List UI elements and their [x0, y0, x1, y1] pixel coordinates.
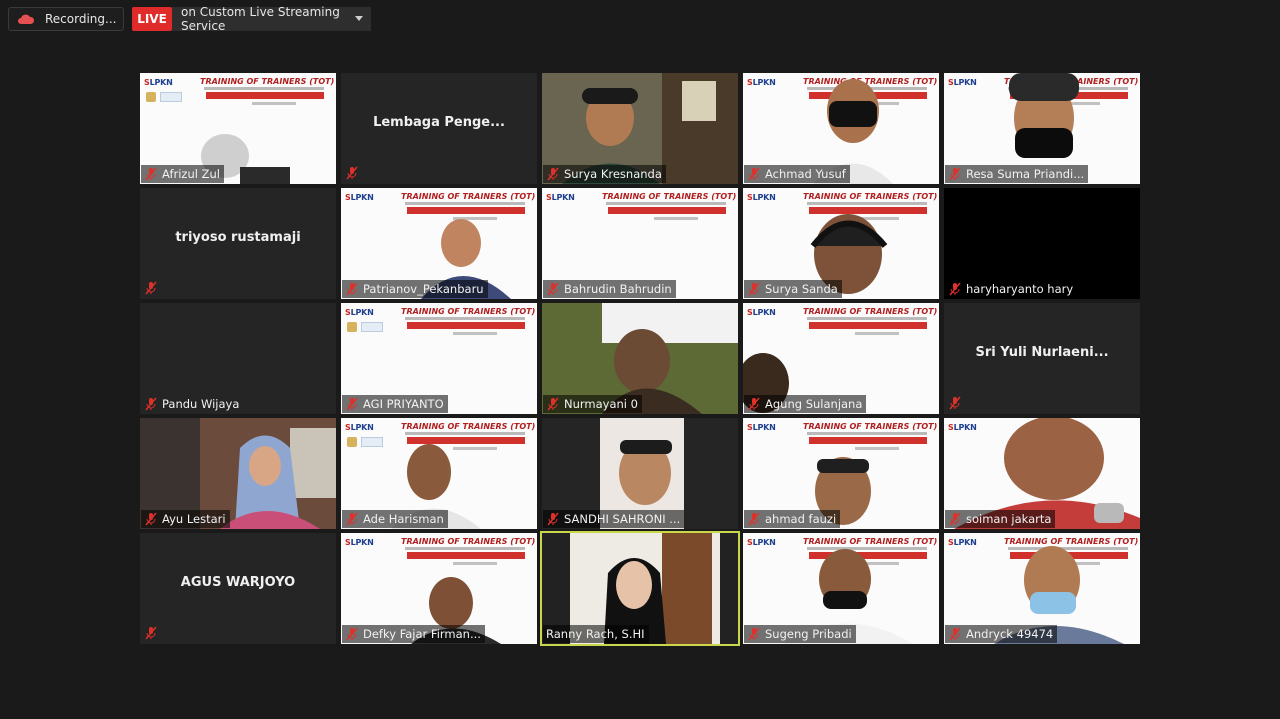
muted-mic-icon: [547, 282, 559, 296]
participant-name-label: Nurmayani 0: [543, 395, 642, 413]
recording-button[interactable]: Recording...: [8, 7, 124, 31]
participant-tile[interactable]: SLPKN TRAINING OF TRAINERS (TOT) Resa Su…: [944, 73, 1140, 184]
participant-tile[interactable]: SLPKN TRAINING OF TRAINERS (TOT) Bahrudi…: [542, 188, 738, 299]
participant-name-label: Surya Kresnanda: [543, 165, 666, 183]
participant-name-label: Patrianov_Pekanbaru: [342, 280, 488, 298]
participant-name-label: SANDHI SAHRONI ...: [543, 510, 685, 528]
participant-name-label: Ayu Lestari: [141, 510, 230, 528]
participant-name-label: Surya Sanda: [744, 280, 842, 298]
participant-tile[interactable]: SLPKN TRAINING OF TRAINERS (TOT) Andryck…: [944, 533, 1140, 644]
participant-tile[interactable]: SLPKN TRAINING OF TRAINERS (TOT) Achmad …: [743, 73, 939, 184]
participant-tile[interactable]: Pandu Wijaya: [140, 303, 336, 414]
muted-mic-icon: [949, 282, 961, 296]
participant-name-label: Bahrudin Bahrudin: [543, 280, 676, 298]
muted-mic-icon: [748, 627, 760, 641]
muted-mic-icon: [748, 512, 760, 526]
muted-mic-icon: [145, 167, 157, 181]
muted-mic-icon: [748, 282, 760, 296]
muted-mic-icon: [949, 512, 961, 526]
slide-title: TRAINING OF TRAINERS (TOT): [200, 77, 335, 86]
muted-mic-icon: [145, 281, 157, 295]
participant-tile[interactable]: triyoso rustamaji: [140, 188, 336, 299]
participant-name-label: Achmad Yusuf: [744, 165, 850, 183]
participant-tile[interactable]: SLPKN TRAINING OF TRAINERS (TOT) Afrizul…: [140, 73, 336, 184]
participant-tile-active-speaker[interactable]: Ranny Rach, S.HI: [540, 531, 740, 646]
participant-tile[interactable]: AGUS WARJOYO: [140, 533, 336, 644]
participant-name-label: Ade Harisman: [342, 510, 448, 528]
muted-mic-icon: [748, 397, 760, 411]
muted-mic-icon: [346, 282, 358, 296]
participant-tile[interactable]: Surya Kresnanda: [542, 73, 738, 184]
participant-name-label: soiman jakarta: [945, 510, 1056, 528]
muted-mic-icon: [547, 397, 559, 411]
meeting-top-bar: Recording... LIVE on Custom Live Streami…: [0, 0, 1280, 40]
participant-tile[interactable]: SLPKN TRAINING OF TRAINERS (TOT) Ade Har…: [341, 418, 537, 529]
participant-display-name: Lembaga Penge...: [373, 115, 505, 130]
participant-name-label: Resa Suma Priandi...: [945, 165, 1089, 183]
muted-mic-icon: [949, 167, 961, 181]
participant-tile[interactable]: SLPKN soiman jakarta: [944, 418, 1140, 529]
participant-name-label: AGI PRIYANTO: [342, 395, 448, 413]
participant-name-label: ahmad fauzi: [744, 510, 841, 528]
muted-mic-icon: [346, 397, 358, 411]
muted-mic-icon: [346, 512, 358, 526]
muted-mic-icon: [949, 627, 961, 641]
muted-mic-icon: [949, 396, 961, 410]
live-stream-dropdown[interactable]: on Custom Live Streaming Service: [172, 5, 371, 33]
participant-tile[interactable]: SLPKN TRAINING OF TRAINERS (TOT) ahmad f…: [743, 418, 939, 529]
participant-tile[interactable]: SLPKN TRAINING OF TRAINERS (TOT) Surya S…: [743, 188, 939, 299]
live-badge: LIVE: [132, 7, 172, 31]
muted-mic-icon: [346, 166, 358, 180]
participant-display-name: triyoso rustamaji: [175, 230, 301, 245]
participant-tile[interactable]: Nurmayani 0: [542, 303, 738, 414]
participant-display-name: AGUS WARJOYO: [180, 575, 296, 590]
participant-name-label: Sugeng Pribadi: [744, 625, 856, 643]
participant-tile[interactable]: haryharyanto hary: [944, 188, 1140, 299]
participant-tile[interactable]: SLPKN TRAINING OF TRAINERS (TOT) Defky F…: [341, 533, 537, 644]
live-stream-label: on Custom Live Streaming Service: [181, 5, 340, 33]
muted-mic-icon: [145, 512, 157, 526]
muted-mic-icon: [547, 167, 559, 181]
muted-mic-icon: [145, 397, 157, 411]
participant-name-label: Afrizul Zul: [141, 165, 224, 183]
participant-name-label: Agung Sulanjana: [744, 395, 867, 413]
participant-name-label: Defky Fajar Firman...: [342, 625, 485, 643]
participant-tile[interactable]: Ayu Lestari: [140, 418, 336, 529]
participant-name-label: Pandu Wijaya: [141, 395, 243, 413]
muted-mic-icon: [145, 626, 157, 640]
participant-display-name: Sri Yuli Nurlaeni...: [975, 345, 1109, 360]
participant-name-label: Ranny Rach, S.HI: [543, 625, 649, 643]
cloud-recording-icon: [18, 14, 35, 24]
participant-name-label: haryharyanto hary: [945, 280, 1078, 298]
participant-tile[interactable]: Sri Yuli Nurlaeni...: [944, 303, 1140, 414]
participant-tile[interactable]: SLPKN TRAINING OF TRAINERS (TOT) Patrian…: [341, 188, 537, 299]
participant-tile[interactable]: SLPKN TRAINING OF TRAINERS (TOT) Agung S…: [743, 303, 939, 414]
muted-mic-icon: [748, 167, 760, 181]
gallery-view: SLPKN TRAINING OF TRAINERS (TOT) Afrizul…: [140, 73, 1140, 646]
muted-mic-icon: [547, 512, 559, 526]
recording-label: Recording...: [45, 12, 117, 26]
muted-mic-icon: [346, 627, 358, 641]
lpkn-logo: SLPKN: [144, 78, 173, 87]
participant-name-label: Andryck 49474: [945, 625, 1058, 643]
chevron-down-icon: [355, 16, 363, 21]
participant-tile[interactable]: Lembaga Penge...: [341, 73, 537, 184]
participant-tile[interactable]: SANDHI SAHRONI ...: [542, 418, 738, 529]
participant-tile[interactable]: SLPKN TRAINING OF TRAINERS (TOT) AGI PRI…: [341, 303, 537, 414]
participant-tile[interactable]: SLPKN TRAINING OF TRAINERS (TOT) Sugeng …: [743, 533, 939, 644]
